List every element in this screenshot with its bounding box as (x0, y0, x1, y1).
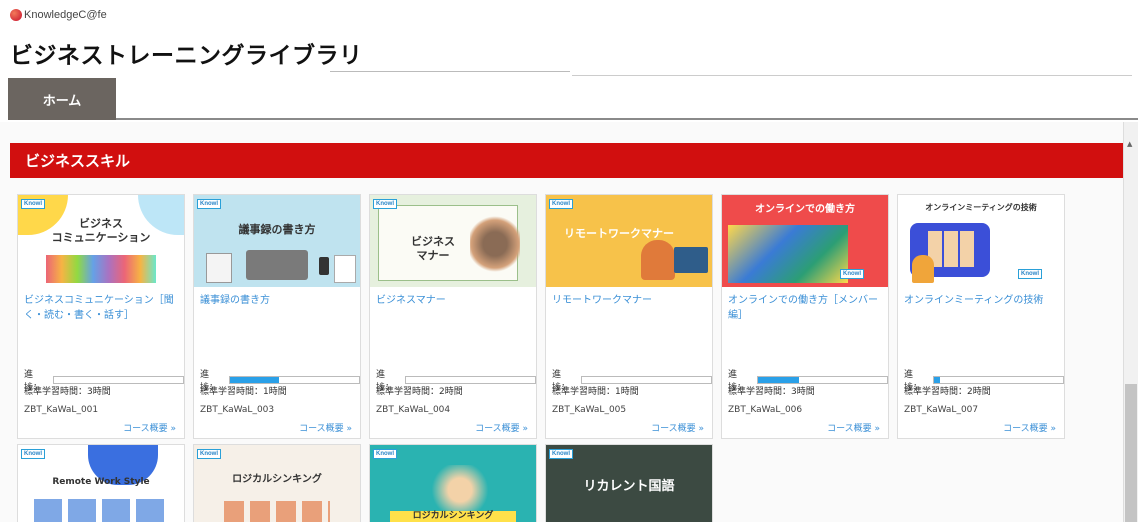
title-divider (330, 71, 570, 72)
course-title[interactable]: オンラインミーティングの技術 (904, 293, 1064, 308)
thumbnail-caption: 議事録の書き方 (238, 223, 316, 236)
course-card[interactable]: Knowl Remote Work Style (17, 444, 185, 522)
course-code: ZBT_KaWaL_007 (904, 405, 979, 415)
thumbnail-caption: ビジネス コミュニケーション (51, 217, 151, 245)
course-code: ZBT_KaWaL_001 (24, 405, 99, 415)
study-time: 標準学習時間：1時間 (552, 387, 639, 397)
progress-bar (756, 376, 888, 384)
course-thumbnail[interactable]: Knowl ビジネス コミュニケーション (18, 195, 184, 287)
scroll-up-icon[interactable]: ▲ (1127, 140, 1132, 148)
course-title[interactable]: リモートワークマナー (552, 293, 712, 308)
course-overview-link[interactable]: コース概要 » (1003, 421, 1056, 434)
people-illustration (34, 499, 164, 522)
course-thumbnail[interactable]: Knowl ビジネス マナー (370, 195, 536, 287)
course-overview-link[interactable]: コース概要 » (651, 421, 704, 434)
coffee-cup-icon (10, 9, 22, 21)
vertical-scrollbar[interactable]: ▲ (1124, 122, 1138, 522)
brand-badge: Knowl (373, 449, 397, 459)
thumbnail-caption: リモートワークマナー (564, 227, 674, 240)
document-icon (334, 255, 356, 283)
thumbnail-caption: ロジカルシンキング (232, 474, 322, 485)
course-code: ZBT_KaWaL_003 (200, 405, 275, 415)
study-time: 標準学習時間：2時間 (904, 387, 991, 397)
brand-badge: Knowl (21, 449, 45, 459)
people-illustration (224, 501, 330, 522)
thumbnail-caption: オンラインミーティングの技術 (925, 203, 1037, 212)
thumbnail-caption: ロジカルシンキング (390, 511, 516, 522)
progress-fill (229, 377, 279, 383)
course-thumbnail[interactable]: Knowl 議事録の書き方 (194, 195, 360, 287)
course-title[interactable]: ビジネスコミュニケーション［聞く・読む・書く・話す］ (24, 293, 184, 323)
course-overview-link[interactable]: コース概要 » (299, 421, 352, 434)
study-time: 標準学習時間：3時間 (24, 387, 111, 397)
tab-home[interactable]: ホーム (8, 78, 116, 120)
progress-fill (757, 377, 800, 383)
course-thumbnail[interactable]: Knowl リモートワークマナー (546, 195, 712, 287)
page-title: ビジネストレーニングライブラリ (10, 43, 363, 69)
course-thumbnail[interactable]: Knowl ロジカルシンキング (370, 445, 536, 522)
progress-bar (580, 376, 712, 384)
course-card[interactable]: Knowl ビジネス マナー ビジネスマナー 進捗： 標準学習時間：2時間 ZB… (369, 194, 537, 439)
brand-badge: Knowl (373, 199, 397, 209)
notepad-icon (206, 253, 232, 283)
course-thumbnail[interactable]: Knowl ロジカルシンキング (194, 445, 360, 522)
course-card[interactable]: Knowl ロジカルシンキング (193, 444, 361, 522)
course-code: ZBT_KaWaL_005 (552, 405, 627, 415)
thumbnail-caption: Remote Work Style (52, 477, 150, 487)
progress-fill (933, 377, 941, 383)
brand-badge: Knowl (549, 199, 573, 209)
course-title[interactable]: オンラインでの働き方［メンバー編］ (728, 293, 888, 323)
thumbnail-caption: オンラインでの働き方 (755, 204, 855, 215)
course-thumbnail[interactable]: Knowl Remote Work Style (18, 445, 184, 522)
course-overview-link[interactable]: コース概要 » (123, 421, 176, 434)
course-card[interactable]: オンラインミーティングの技術 Knowl オンラインミーティングの技術 進捗： … (897, 194, 1065, 439)
monitor-icon (674, 247, 708, 273)
section-header: ビジネススキル (10, 143, 1123, 178)
progress-bar (228, 376, 360, 384)
study-time: 標準学習時間：3時間 (728, 387, 815, 397)
phone-icon (319, 257, 329, 275)
course-thumbnail[interactable]: Knowl リカレント国語 (546, 445, 712, 522)
brand-badge: Knowl (1018, 269, 1042, 279)
site-logo[interactable]: KnowledgeC@fe (10, 9, 107, 21)
person-illustration (641, 240, 675, 280)
course-card[interactable]: Knowl ビジネス コミュニケーション ビジネスコミュニケーション［聞く・読む… (17, 194, 185, 439)
scrollbar-thumb[interactable] (1125, 384, 1137, 522)
title-divider-right (572, 75, 1132, 76)
course-thumbnail[interactable]: オンラインミーティングの技術 Knowl (898, 195, 1064, 287)
brand-badge: Knowl (197, 449, 221, 459)
course-list-panel: ビジネススキル Knowl ビジネス コミュニケーション ビジネスコミュニケーシ… (0, 122, 1124, 522)
course-card[interactable]: オンラインでの働き方 Knowl オンラインでの働き方［メンバー編］ 進捗： 標… (721, 194, 889, 439)
course-code: ZBT_KaWaL_006 (728, 405, 803, 415)
course-card[interactable]: Knowl 議事録の書き方 議事録の書き方 進捗： 標準学習時間：1時間 ZBT… (193, 194, 361, 439)
course-title[interactable]: 議事録の書き方 (200, 293, 360, 308)
course-overview-link[interactable]: コース概要 » (475, 421, 528, 434)
people-illustration (46, 255, 156, 283)
progress-bar (52, 376, 184, 384)
brand-name: KnowledgeC@fe (24, 9, 107, 21)
brand-badge: Knowl (549, 449, 573, 459)
workspace-illustration (728, 225, 848, 283)
thumbnail-caption: リカレント国語 (583, 479, 675, 494)
people-illustration (470, 213, 520, 275)
study-time: 標準学習時間：1時間 (200, 387, 287, 397)
course-card[interactable]: Knowl ロジカルシンキング (369, 444, 537, 522)
people-illustration (420, 465, 500, 515)
progress-bar (404, 376, 536, 384)
brand-badge: Knowl (197, 199, 221, 209)
person-illustration (912, 255, 934, 283)
course-title[interactable]: ビジネスマナー (376, 293, 536, 308)
course-overview-link[interactable]: コース概要 » (827, 421, 880, 434)
study-time: 標準学習時間：2時間 (376, 387, 463, 397)
nav-bar: ホーム (8, 78, 1138, 120)
laptop-icon (246, 250, 308, 280)
course-card[interactable]: Knowl リモートワークマナー リモートワークマナー 進捗： 標準学習時間：1… (545, 194, 713, 439)
participant-tiles (928, 231, 974, 267)
brand-badge: Knowl (840, 269, 864, 279)
course-code: ZBT_KaWaL_004 (376, 405, 451, 415)
course-card[interactable]: Knowl リカレント国語 (545, 444, 713, 522)
course-thumbnail[interactable]: オンラインでの働き方 Knowl (722, 195, 888, 287)
progress-bar (932, 376, 1064, 384)
brand-badge: Knowl (21, 199, 45, 209)
